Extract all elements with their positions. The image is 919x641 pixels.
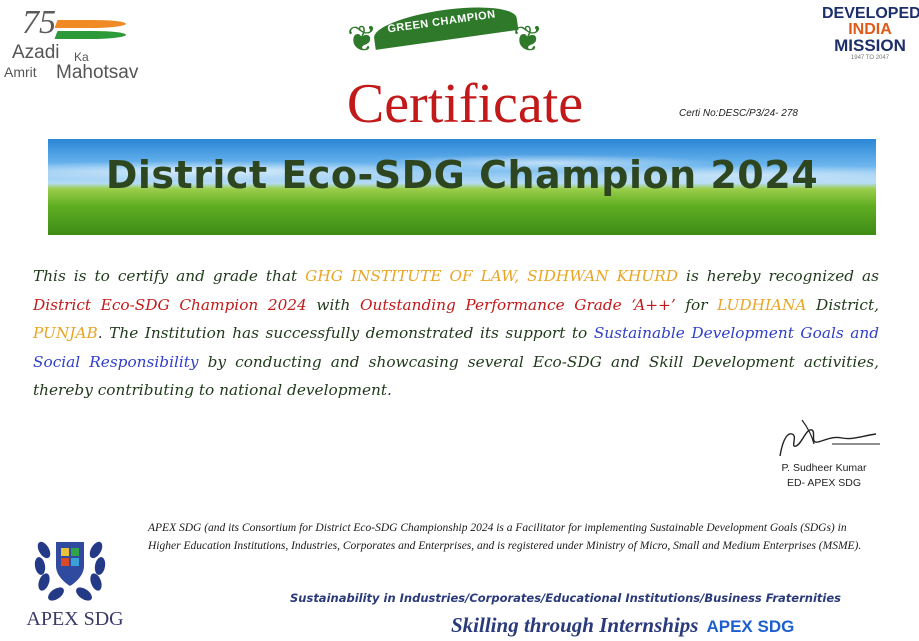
signatory-name: P. Sudheer Kumar [781,462,867,474]
logo-word-amrit: Amrit [4,64,37,80]
dim-line-developed: DEVELOPED [822,5,919,22]
certificate-body: This is to certify and grade that GHG IN… [33,262,879,405]
body-text-1: This is to certify and grade that [33,267,306,285]
laurel-left-icon: ❦ [347,19,378,59]
certificate-number: Certi No:DESC/P3/24- 278 [679,108,798,119]
apex-sdg-logo-text: APEX SDG [26,608,124,630]
logo-word-mahotsav: Mahotsav [56,62,139,83]
award-name: District Eco-SDG Champion 2024 [33,295,307,314]
logo-word-azadi: Azadi [12,42,60,63]
footer-disclaimer: APEX SDG (and its Consortium for Distric… [148,522,862,552]
footer-slogan-text: Skilling through Internships [451,613,699,637]
award-banner-title: District Eco-SDG Champion 2024 [105,153,819,197]
state-name: PUNJAB [33,324,98,342]
performance-grade: Outstanding Performance Grade ‘A++’ [359,295,676,314]
logo-number: 75 [22,4,56,41]
footer-tagline: Sustainability in Industries/Corporates/… [290,591,841,605]
award-banner: District Eco-SDG Champion 2024 [48,139,876,235]
body-text-5: District, [806,295,879,314]
body-text-3: with [306,295,360,314]
dim-line-years: 1947 TO 2047 [850,55,890,61]
signatory-role: ED- APEX SDG [786,477,862,489]
green-champion-badge: ❦ GREEN CHAMPION ❦ [345,0,545,64]
body-text-2: is hereby recognized as [678,267,880,285]
apex-sdg-logo [34,541,106,601]
footer-slogan: Skilling through Internships APEX SDG [451,613,794,638]
certificate-title: Certificate [346,73,584,135]
signature-image [779,419,880,457]
district-name: LUDHIANA [717,295,807,314]
laurel-right-icon: ❦ [513,19,544,59]
body-text-4: for [675,295,718,314]
developed-india-mission-logo: DEVELOPED INDIA MISSION 1947 TO 2047 [822,5,919,76]
footer-slogan-brand: APEX SDG [706,617,795,636]
body-text-6: . The Institution has successfully demon… [97,324,594,342]
flag-stripe-saffron [54,20,128,28]
dim-line-mission: MISSION [834,36,906,55]
azadi-ka-amrit-mahotsav-logo: 75 Azadi Ka Amrit Mahotsav [4,4,164,94]
institution-name: GHG INSTITUTE OF LAW, SIDHWAN KHURD [305,267,679,285]
flag-stripe-green [54,31,128,39]
